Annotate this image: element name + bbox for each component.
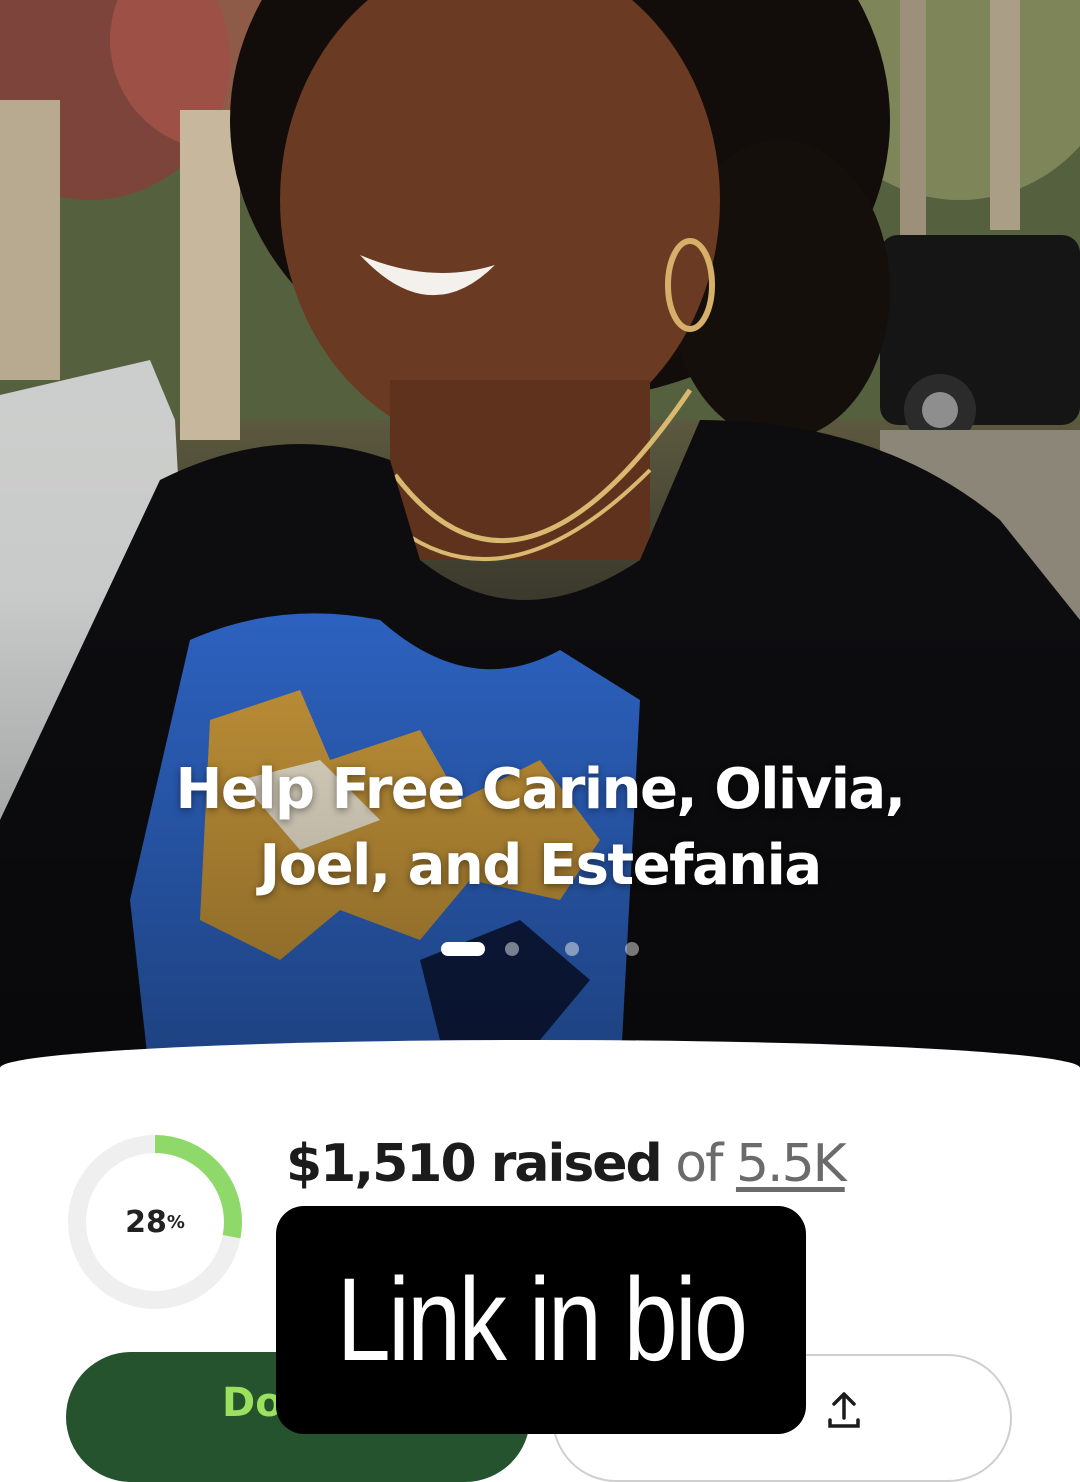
carousel-dot[interactable] — [505, 942, 519, 956]
progress-percent-symbol: % — [166, 1211, 185, 1233]
raised-amount: $1,510 raised — [286, 1134, 663, 1194]
campaign-hero-image[interactable]: Help Free Carine, Olivia, Joel, and Este… — [0, 0, 1080, 1080]
progress-percent: 28% — [66, 1133, 244, 1311]
link-in-bio-overlay: Link in bio — [276, 1206, 806, 1434]
campaign-title: Help Free Carine, Olivia, Joel, and Este… — [175, 757, 906, 898]
raised-summary: $1,510 raised of 5.5K — [286, 1134, 847, 1194]
goal-amount-link[interactable]: 5.5K — [736, 1134, 847, 1194]
raised-of-label: of — [675, 1134, 723, 1194]
progress-percent-value: 28 — [125, 1204, 167, 1240]
donate-button-label: Do — [222, 1380, 283, 1426]
hero-photo — [0, 0, 1080, 1080]
carousel-indicator[interactable] — [0, 940, 1080, 958]
upload-arrow-icon — [828, 1392, 860, 1428]
carousel-dot[interactable] — [565, 942, 579, 956]
carousel-dot-active[interactable] — [441, 942, 485, 956]
link-in-bio-text: Link in bio — [336, 1254, 748, 1386]
carousel-dot[interactable] — [625, 942, 639, 956]
